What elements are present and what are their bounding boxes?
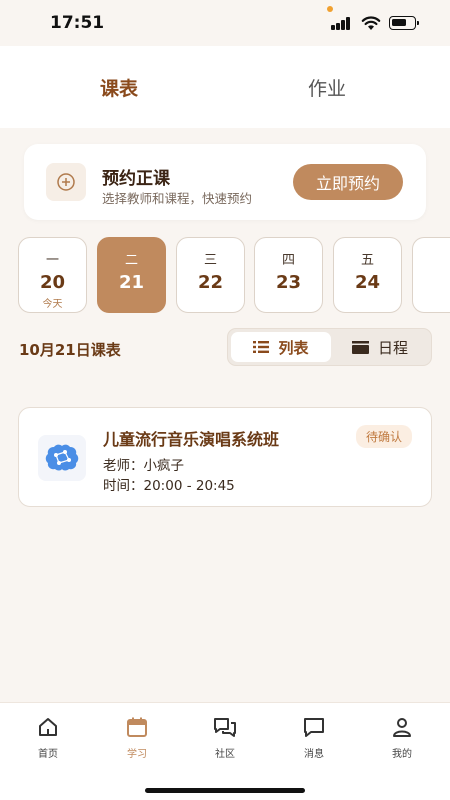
day-date: 24 bbox=[354, 272, 381, 293]
day-date: 22 bbox=[197, 272, 224, 293]
status-badge: 待确认 bbox=[355, 425, 412, 448]
schedule-date-title: 10月21日课表 bbox=[19, 341, 121, 359]
day-card-friday[interactable]: 五 24 bbox=[333, 237, 402, 313]
status-time: 17:51 bbox=[50, 13, 105, 33]
calendar-view-button[interactable]: 日程 bbox=[330, 332, 430, 362]
nav-mine-label: 我的 bbox=[392, 749, 412, 760]
list-view-button[interactable]: 列表 bbox=[231, 332, 331, 362]
nav-community[interactable]: 社区 bbox=[195, 717, 255, 760]
message-icon bbox=[304, 718, 324, 737]
booking-card: 预约正课 选择教师和课程，快速预约 立即预约 bbox=[24, 144, 426, 220]
wifi-icon bbox=[361, 16, 381, 30]
today-label: 今天 bbox=[42, 299, 63, 310]
view-toggle: 列表 日程 bbox=[227, 328, 432, 366]
nav-study[interactable]: 学习 bbox=[107, 717, 167, 760]
home-indicator bbox=[145, 788, 305, 793]
day-weekday: 二 bbox=[124, 253, 138, 268]
booking-title: 预约正课 bbox=[102, 169, 170, 189]
book-now-button[interactable]: 立即预约 bbox=[293, 164, 403, 200]
day-date: 20 bbox=[39, 272, 66, 293]
cellular-signal-icon bbox=[331, 17, 353, 30]
top-tab-bar: 课表 作业 bbox=[0, 46, 450, 128]
calendar-view-label: 日程 bbox=[377, 338, 408, 357]
list-icon bbox=[253, 341, 270, 353]
day-card-monday[interactable]: 一 20 今天 bbox=[18, 237, 87, 313]
day-date: 21 bbox=[118, 272, 145, 293]
privacy-indicator-dot bbox=[327, 6, 333, 12]
nav-home-label: 首页 bbox=[38, 749, 58, 760]
course-card[interactable]: 儿童流行音乐演唱系统班 待确认 老师：小疯子 时间：20:00 - 20:45 bbox=[18, 407, 432, 507]
day-weekday: 三 bbox=[203, 253, 217, 268]
day-weekday: 四 bbox=[281, 253, 295, 268]
day-card-tuesday-selected[interactable]: 二 21 bbox=[97, 237, 166, 313]
nav-messages[interactable]: 消息 bbox=[284, 717, 344, 760]
booking-subtitle: 选择教师和课程，快速预约 bbox=[102, 191, 253, 206]
tab-homework[interactable]: 作业 bbox=[308, 74, 346, 101]
chat-bubbles-icon bbox=[214, 718, 236, 737]
course-teacher: 老师：小疯子 bbox=[103, 458, 184, 474]
user-icon bbox=[393, 718, 411, 737]
bottom-nav-bar: 首页 学习 社区 消息 我的 bbox=[0, 702, 450, 800]
calendar-icon bbox=[127, 717, 147, 737]
brain-icon bbox=[38, 435, 86, 481]
day-weekday: 五 bbox=[360, 253, 374, 268]
nav-messages-label: 消息 bbox=[304, 749, 324, 760]
home-icon bbox=[39, 718, 57, 736]
day-date: 23 bbox=[275, 272, 302, 293]
status-bar: 17:51 bbox=[0, 0, 450, 46]
nav-home[interactable]: 首页 bbox=[18, 717, 78, 760]
calendar-view-icon bbox=[351, 340, 369, 354]
course-name: 儿童流行音乐演唱系统班 bbox=[103, 430, 280, 449]
nav-community-label: 社区 bbox=[215, 749, 235, 760]
plus-circle-icon bbox=[46, 163, 86, 201]
day-weekday: 一 bbox=[45, 253, 59, 268]
course-time: 时间：20:00 - 20:45 bbox=[103, 478, 235, 494]
nav-study-label: 学习 bbox=[127, 749, 147, 760]
day-card-saturday-partial[interactable] bbox=[412, 237, 450, 313]
day-card-thursday[interactable]: 四 23 bbox=[254, 237, 323, 313]
list-view-label: 列表 bbox=[278, 338, 309, 357]
day-card-wednesday[interactable]: 三 22 bbox=[176, 237, 245, 313]
tab-schedule[interactable]: 课表 bbox=[100, 74, 138, 101]
nav-mine[interactable]: 我的 bbox=[372, 717, 432, 760]
battery-icon bbox=[389, 16, 419, 30]
